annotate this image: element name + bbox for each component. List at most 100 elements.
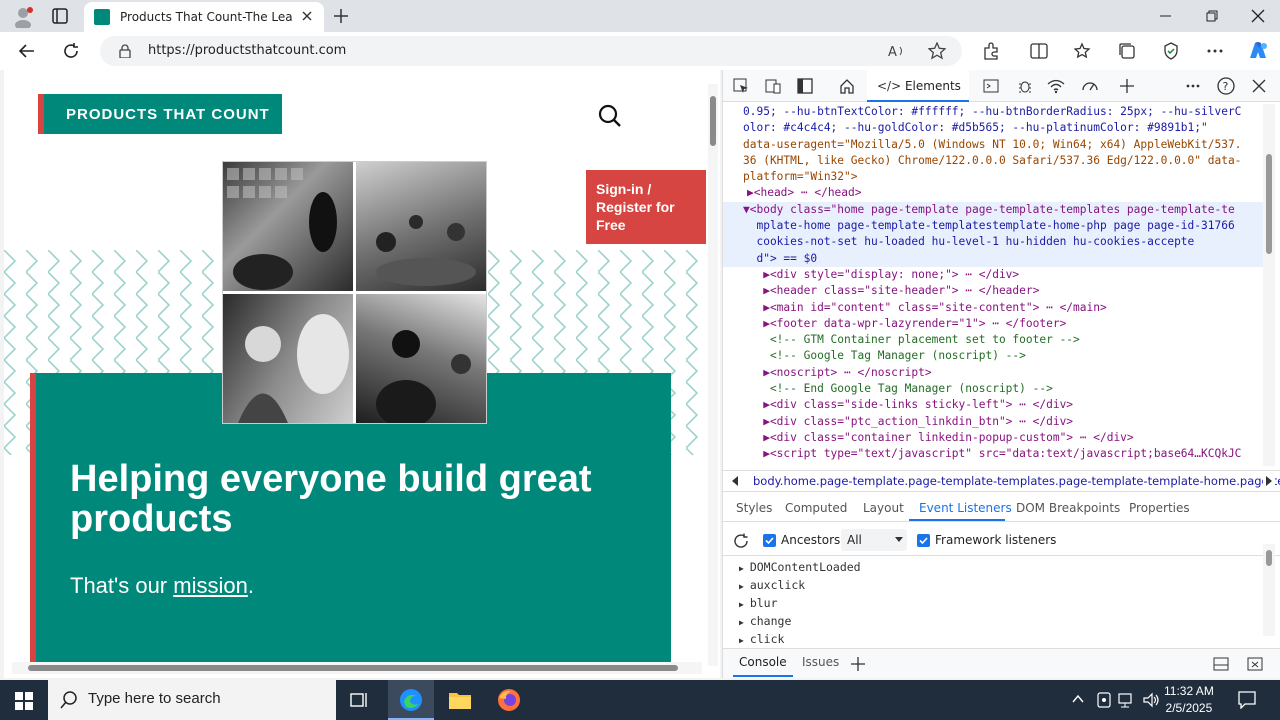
close-drawer-icon[interactable] [1247,657,1263,671]
event-item[interactable]: ▶ DOMContentLoaded [739,560,861,574]
dock-drawer-icon[interactable] [1213,657,1229,671]
chevron-up-icon[interactable] [1072,694,1084,704]
browser-essentials-icon[interactable] [1162,42,1180,60]
volume-icon[interactable] [1142,691,1160,709]
dom-line-11[interactable]: ▶<header class="site-header"> ⋯ </header… [723,283,1263,299]
tab-dom-breakpoints[interactable]: DOM Breakpoints [1016,501,1120,515]
restore-icon[interactable] [1202,6,1222,26]
tab-active[interactable]: Products That Count-The Leader [84,2,324,32]
dom-line-9[interactable]: d"> == $0 [723,250,1263,267]
welcome-home-icon[interactable] [839,78,855,94]
dom-line-12[interactable]: ▶<main id="content" class="site-content"… [723,300,1263,316]
event-item[interactable]: ▶ blur [739,596,778,610]
framework-listeners-checkbox[interactable] [917,534,930,547]
tab-properties[interactable]: Properties [1129,501,1190,515]
minimize-icon[interactable] [1156,6,1176,26]
copilot-icon[interactable] [1246,40,1270,62]
site-logo[interactable]: PRODUCTS THAT COUNT [38,94,282,134]
dock-side-icon[interactable] [797,78,813,94]
refresh-icon[interactable] [62,42,80,60]
dom-line-1[interactable]: olor: #c4c4c4; --hu-goldColor: #d5b565; … [723,120,1263,136]
profile-icon[interactable] [12,6,34,28]
tab-computed[interactable]: Computed [785,501,847,515]
dom-line-10[interactable]: ▶<div style="display: none;"> ⋯ </div> [723,267,1263,283]
address-bar[interactable]: https://productsthatcount.com A [100,36,962,66]
inspect-icon[interactable] [733,78,749,94]
horizontal-scroll-thumb[interactable] [28,665,678,671]
vertical-scrollbar[interactable] [708,84,718,666]
dom-line-7[interactable]: mplate-home page-template-templatestempl… [723,218,1263,235]
extensions-icon[interactable] [982,42,1000,60]
dom-line-16[interactable]: ▶<noscript> ⋯ </noscript> [723,365,1263,381]
more-tools-icon[interactable] [1119,78,1135,94]
vertical-scroll-thumb[interactable] [710,96,716,146]
tab-event-listeners[interactable]: Event Listeners [919,501,1012,515]
console-panel-icon[interactable] [983,78,999,94]
refresh-listeners-icon[interactable] [733,533,749,549]
breadcrumb-text[interactable]: body.home.page-template.page-template-te… [753,474,1280,488]
clock[interactable]: 11:32 AM 2/5/2025 [1164,683,1214,717]
dom-line-18[interactable]: ▶<div class="side-links sticky-left"> ⋯ … [723,397,1263,413]
close-tab-icon[interactable] [300,9,314,23]
dom-line-0[interactable]: 0.95; --hu-btnTextColor: #ffffff; --hu-b… [723,104,1263,120]
url-text[interactable]: https://productsthatcount.com [148,43,346,58]
tab-elements[interactable]: </> Elements [867,70,969,102]
network-tray-icon[interactable] [1118,691,1136,709]
breadcrumb-left-icon[interactable] [731,475,739,487]
event-item[interactable]: ▶ click [739,632,784,646]
task-view-icon[interactable] [350,691,370,709]
new-tab-icon[interactable] [333,8,349,24]
dom-line-20[interactable]: ▶<div class="container linkedin-popup-cu… [723,430,1263,446]
dom-line-4[interactable]: platform="Win32"> [723,169,1263,185]
dom-scroll-thumb[interactable] [1266,154,1272,254]
lock-icon[interactable] [118,44,132,58]
tab-issues[interactable]: Issues [802,655,839,669]
dom-line-19[interactable]: ▶<div class="ptc_action_linkdin_btn"> ⋯ … [723,414,1263,430]
more-options-icon[interactable] [1206,42,1224,60]
favorites-icon[interactable] [1074,42,1092,60]
event-item[interactable]: ▶ change [739,614,791,628]
dom-line-14[interactable]: <!-- GTM Container placement set to foot… [723,332,1263,348]
favorite-star-icon[interactable] [928,42,946,60]
tab-styles[interactable]: Styles [736,501,772,515]
taskbar-search[interactable]: Type here to search [48,680,336,720]
add-drawer-tab-icon[interactable] [851,657,865,671]
dom-tree[interactable]: 0.95; --hu-btnTextColor: #ffffff; --hu-b… [723,104,1263,466]
ancestors-checkbox[interactable] [763,534,776,547]
device-emulation-icon[interactable] [765,78,781,94]
close-window-icon[interactable] [1248,6,1268,26]
dom-line-5[interactable]: ▶<head> ⋯ </head> [723,185,1263,201]
close-devtools-icon[interactable] [1251,78,1267,94]
filter-select[interactable]: All [841,529,907,551]
breadcrumb[interactable]: body.home.page-template.page-template-te… [723,470,1280,492]
tab-actions-icon[interactable] [52,8,68,24]
help-icon[interactable]: ? [1217,77,1235,95]
mission-link[interactable]: mission [173,573,248,598]
back-icon[interactable] [18,42,36,60]
horizontal-scrollbar[interactable] [12,662,702,674]
dom-line-17[interactable]: <!-- End Google Tag Manager (noscript) -… [723,381,1263,397]
bug-icon[interactable] [1017,78,1033,94]
tab-console[interactable]: Console [739,655,787,669]
network-icon[interactable] [1047,78,1065,94]
taskbar-edge[interactable] [388,680,434,720]
firefox-icon[interactable] [497,688,521,712]
dom-line-6[interactable]: ▼<body class="home page-template page-te… [723,201,1263,219]
dom-line-21[interactable]: ▶<script type="text/javascript" src="dat… [723,446,1263,462]
breadcrumb-right-icon[interactable] [1263,475,1275,487]
dom-line-13[interactable]: ▶<footer data-wpr-lazyrender="1"> ⋯ </fo… [723,316,1263,332]
read-aloud-icon[interactable]: A [888,43,906,59]
dom-line-8[interactable]: cookies-not-set hu-loaded hu-level-1 hu-… [723,234,1263,251]
search-icon[interactable] [598,104,622,128]
notifications-icon[interactable] [1238,691,1256,709]
tab-layout[interactable]: Layout [863,501,904,515]
performance-icon[interactable] [1081,78,1099,94]
signin-button[interactable]: Sign-in / Register for Free [586,170,706,244]
collections-icon[interactable] [1118,42,1136,60]
split-screen-icon[interactable] [1030,42,1048,60]
devtools-more-icon[interactable] [1185,78,1201,94]
events-scrollbar[interactable] [1263,544,1275,636]
dom-scrollbar[interactable] [1263,104,1275,466]
file-explorer-icon[interactable] [448,689,472,711]
events-scroll-thumb[interactable] [1266,550,1272,566]
